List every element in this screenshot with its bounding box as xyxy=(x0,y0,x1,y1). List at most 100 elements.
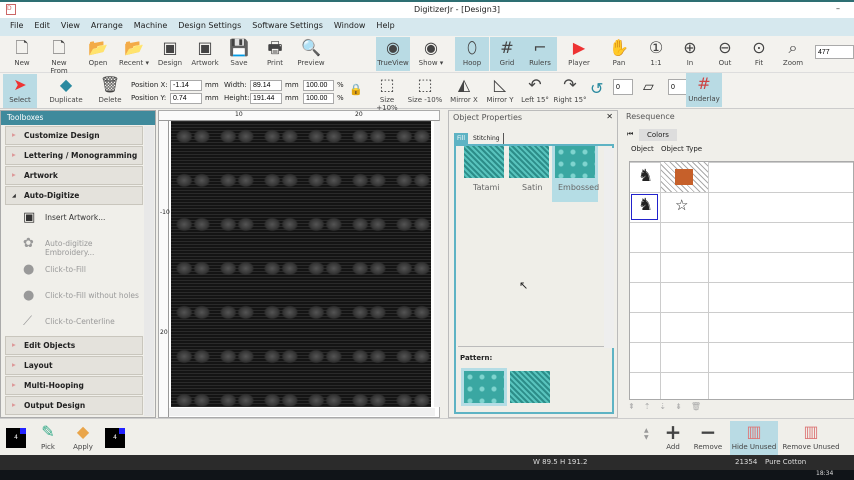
menu-edit[interactable]: Edit xyxy=(34,21,50,33)
rotate-icon[interactable]: ↺ xyxy=(590,79,603,98)
tab-stitching[interactable]: Stitching xyxy=(470,133,504,144)
menu-view[interactable]: View xyxy=(61,21,80,33)
zoom-1to1-button[interactable]: ① 1:1 xyxy=(639,37,673,71)
reorder-buttons[interactable]: ⇞⇡⇣⇟🗑 xyxy=(628,402,710,411)
close-icon[interactable]: ✕ xyxy=(606,112,613,121)
size-minus-button[interactable]: ⬚ Size -10% xyxy=(406,74,444,108)
fill-type-satin[interactable] xyxy=(509,146,549,178)
deer-object-thumbnail-selected[interactable]: ♞ xyxy=(631,194,658,220)
player-button[interactable]: ▶ Player xyxy=(562,37,596,71)
zoom-in-button[interactable]: ⊕ In xyxy=(673,37,707,71)
pattern-waves[interactable] xyxy=(510,371,550,403)
toolbox-section[interactable]: Layout xyxy=(5,356,143,375)
grid-button[interactable]: # Grid xyxy=(490,37,524,71)
recent-folder-button[interactable]: 📂 Recent ▾ xyxy=(117,37,151,71)
duplicate-button[interactable]: ◆ Duplicate xyxy=(46,74,86,108)
select-button[interactable]: ➤ Select xyxy=(3,74,37,108)
collapse-icon[interactable]: ⏮ xyxy=(627,130,633,139)
fill-types-scrollbar[interactable] xyxy=(604,148,614,348)
position-y-input[interactable] xyxy=(170,93,202,104)
vertical-ruler: -10 20 xyxy=(159,121,170,417)
toolbox-section[interactable]: Artwork xyxy=(5,166,143,185)
skew-angle-input[interactable] xyxy=(668,79,688,95)
preview-button[interactable]: 🔍 Preview xyxy=(294,37,328,71)
lock-proportions-icon[interactable]: 🔒 xyxy=(349,83,363,96)
hide-unused-button[interactable]: ▥ Hide Unused xyxy=(730,421,778,455)
remove-unused-button[interactable]: ▥ Remove Unused xyxy=(782,421,840,455)
position-x-input[interactable] xyxy=(170,80,202,91)
size-minus-icon: ⬚ xyxy=(417,75,433,94)
fill-type-embossed[interactable] xyxy=(555,146,595,178)
menu-file[interactable]: File xyxy=(10,21,23,33)
new-from-button[interactable]: 🗋 New From xyxy=(42,37,76,75)
skew-icon[interactable]: ▱ xyxy=(643,79,654,95)
folder-open-button[interactable]: 📂 Open xyxy=(81,37,115,71)
show-button[interactable]: ◉ Show ▾ xyxy=(414,37,448,71)
select-arrow-icon: ➤ xyxy=(13,75,27,94)
tab-fill[interactable]: Fill xyxy=(454,133,469,144)
canvas-vertical-scrollbar[interactable] xyxy=(434,121,440,407)
apply-button[interactable]: ◆ Apply xyxy=(66,421,100,455)
minimize-button[interactable]: – xyxy=(836,4,840,13)
rotate-right-button[interactable]: ↷ Right 15° xyxy=(551,74,589,108)
spin-buttons[interactable]: ▲ ▼ xyxy=(644,427,649,441)
mirror-x-button[interactable]: ◭ Mirror X xyxy=(445,74,483,108)
toolbox-section[interactable]: Edit Objects xyxy=(5,336,143,355)
menu-arrange[interactable]: Arrange xyxy=(91,21,123,33)
zoom-fit-button[interactable]: ⊙ Fit xyxy=(742,37,776,71)
preview-icon: 🔍 xyxy=(301,38,321,57)
underlay-button[interactable]: # Underlay xyxy=(686,73,722,107)
toolboxes-scrollbar[interactable] xyxy=(144,126,154,416)
resequence-title: Resequence xyxy=(626,112,675,121)
pan-button[interactable]: ✋ Pan xyxy=(602,37,636,71)
save-icon: 💾 xyxy=(229,38,249,57)
insert-artwork-button[interactable]: ▣ Artwork xyxy=(188,37,222,71)
menu-window[interactable]: Window xyxy=(334,21,366,33)
rotate-left-button[interactable]: ↶ Left 15° xyxy=(516,74,554,108)
zoom-out-button[interactable]: ⊖ Out xyxy=(708,37,742,71)
toolbox-section[interactable]: Lettering / Monogramming xyxy=(5,146,143,165)
toolbox-item[interactable]: ▣ Insert Artwork... xyxy=(5,205,143,231)
add-color-button[interactable]: + Add xyxy=(656,421,690,455)
hoop-button[interactable]: ⬯ Hoop xyxy=(455,37,489,71)
color-swatch-current[interactable]: 4 xyxy=(6,428,26,448)
zoom-button[interactable]: ⌕ Zoom xyxy=(776,37,810,71)
height-percent-input[interactable] xyxy=(303,93,334,104)
toolbox-section[interactable]: Output Design xyxy=(5,396,143,415)
eyedropper-icon: ✎ xyxy=(41,422,55,441)
deer-object-thumbnail[interactable]: ♞ xyxy=(638,166,653,186)
hoop-icon: ⬯ xyxy=(466,38,478,57)
menu-design-settings[interactable]: Design Settings xyxy=(178,21,241,33)
rotate-angle-input[interactable] xyxy=(613,79,633,95)
insert-design-icon: ▣ xyxy=(162,38,178,57)
toolbox-section[interactable]: Customize Design xyxy=(5,126,143,145)
pick-button[interactable]: ✎ Pick xyxy=(31,421,65,455)
color-swatch-apply[interactable]: 4 xyxy=(105,428,125,448)
canvas-horizontal-scrollbar[interactable] xyxy=(169,408,435,416)
height-input[interactable] xyxy=(250,93,282,104)
remove-color-button[interactable]: − Remove xyxy=(691,421,725,455)
toolbox-section[interactable]: Multi-Hooping xyxy=(5,376,143,395)
new-file-button[interactable]: 🗋 New xyxy=(5,37,39,71)
pattern-hearts[interactable] xyxy=(461,368,507,406)
insert-design-button[interactable]: ▣ Design xyxy=(153,37,187,71)
menu-machine[interactable]: Machine xyxy=(134,21,168,33)
trueview-button[interactable]: ◉ TrueView xyxy=(376,37,410,71)
menu-help[interactable]: Help xyxy=(376,21,394,33)
save-button[interactable]: 💾 Save xyxy=(222,37,256,71)
width-percent-input[interactable] xyxy=(303,80,334,91)
colors-button[interactable]: Colors xyxy=(639,129,677,141)
zoom-input[interactable] xyxy=(815,45,854,59)
fill-type-tatami[interactable] xyxy=(464,146,504,178)
print-button[interactable]: 🖶 Print xyxy=(258,37,292,71)
embroidery-design-canvas[interactable] xyxy=(171,121,431,407)
rulers-button[interactable]: ⌐ Rulers xyxy=(523,37,557,71)
size-plus-button[interactable]: ⬚ Size +10% xyxy=(368,74,406,112)
mirror-y-button[interactable]: ◺ Mirror Y xyxy=(481,74,519,108)
delete-button[interactable]: 🗑 Delete xyxy=(93,74,127,108)
unit-label: mm xyxy=(285,81,299,89)
width-input[interactable] xyxy=(250,80,282,91)
menu-software-settings[interactable]: Software Settings xyxy=(252,21,323,33)
toolbox-section-auto-digitize[interactable]: Auto-Digitize xyxy=(5,186,143,205)
zoom-icon: ⌕ xyxy=(788,38,798,57)
